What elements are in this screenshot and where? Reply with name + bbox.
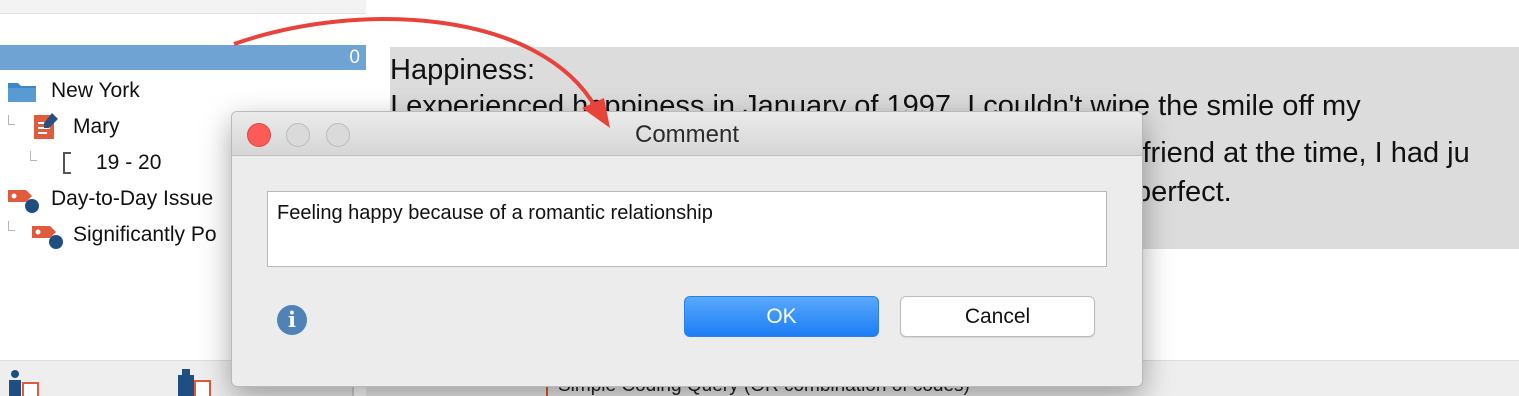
tree-item-new-york[interactable]: New York	[0, 73, 366, 107]
document-heading: Happiness:	[390, 54, 536, 86]
left-toolbar-strip	[0, 0, 366, 14]
code-tag-icon	[8, 190, 39, 213]
cancel-button[interactable]: Cancel	[900, 296, 1095, 337]
stamp-document-icon[interactable]	[176, 367, 212, 396]
tree-item-label: 19 - 20	[96, 151, 162, 174]
document-line: perfect.	[1135, 176, 1232, 208]
dialog-titlebar[interactable]: Comment	[232, 112, 1142, 156]
tree-item-label: Significantly Po	[73, 223, 217, 246]
ok-button[interactable]: OK	[684, 296, 879, 337]
tree-item-label: Mary	[73, 115, 120, 138]
comment-text-field[interactable]: Feeling happy because of a romantic rela…	[267, 191, 1107, 267]
info-icon[interactable]: i	[277, 305, 307, 335]
tree-header-count: 0	[349, 47, 360, 68]
tree-header-row[interactable]: 0	[0, 45, 366, 70]
tree-connector	[8, 115, 15, 125]
comment-dialog: Comment Feeling happy because of a roman…	[231, 111, 1143, 387]
folder-icon	[8, 83, 36, 102]
document-line: yfriend at the time, I had ju	[1128, 137, 1470, 169]
tree-item-label: New York	[51, 79, 140, 102]
code-tag-icon	[32, 226, 63, 249]
tree-item-label: Day-to-Day Issue	[51, 187, 214, 210]
tree-connector	[30, 151, 37, 161]
tree-connector	[8, 221, 15, 231]
bracket-segment-icon	[63, 152, 71, 174]
document-edit-icon	[34, 113, 58, 139]
person-document-icon[interactable]	[6, 369, 40, 396]
dialog-title: Comment	[634, 121, 740, 148]
